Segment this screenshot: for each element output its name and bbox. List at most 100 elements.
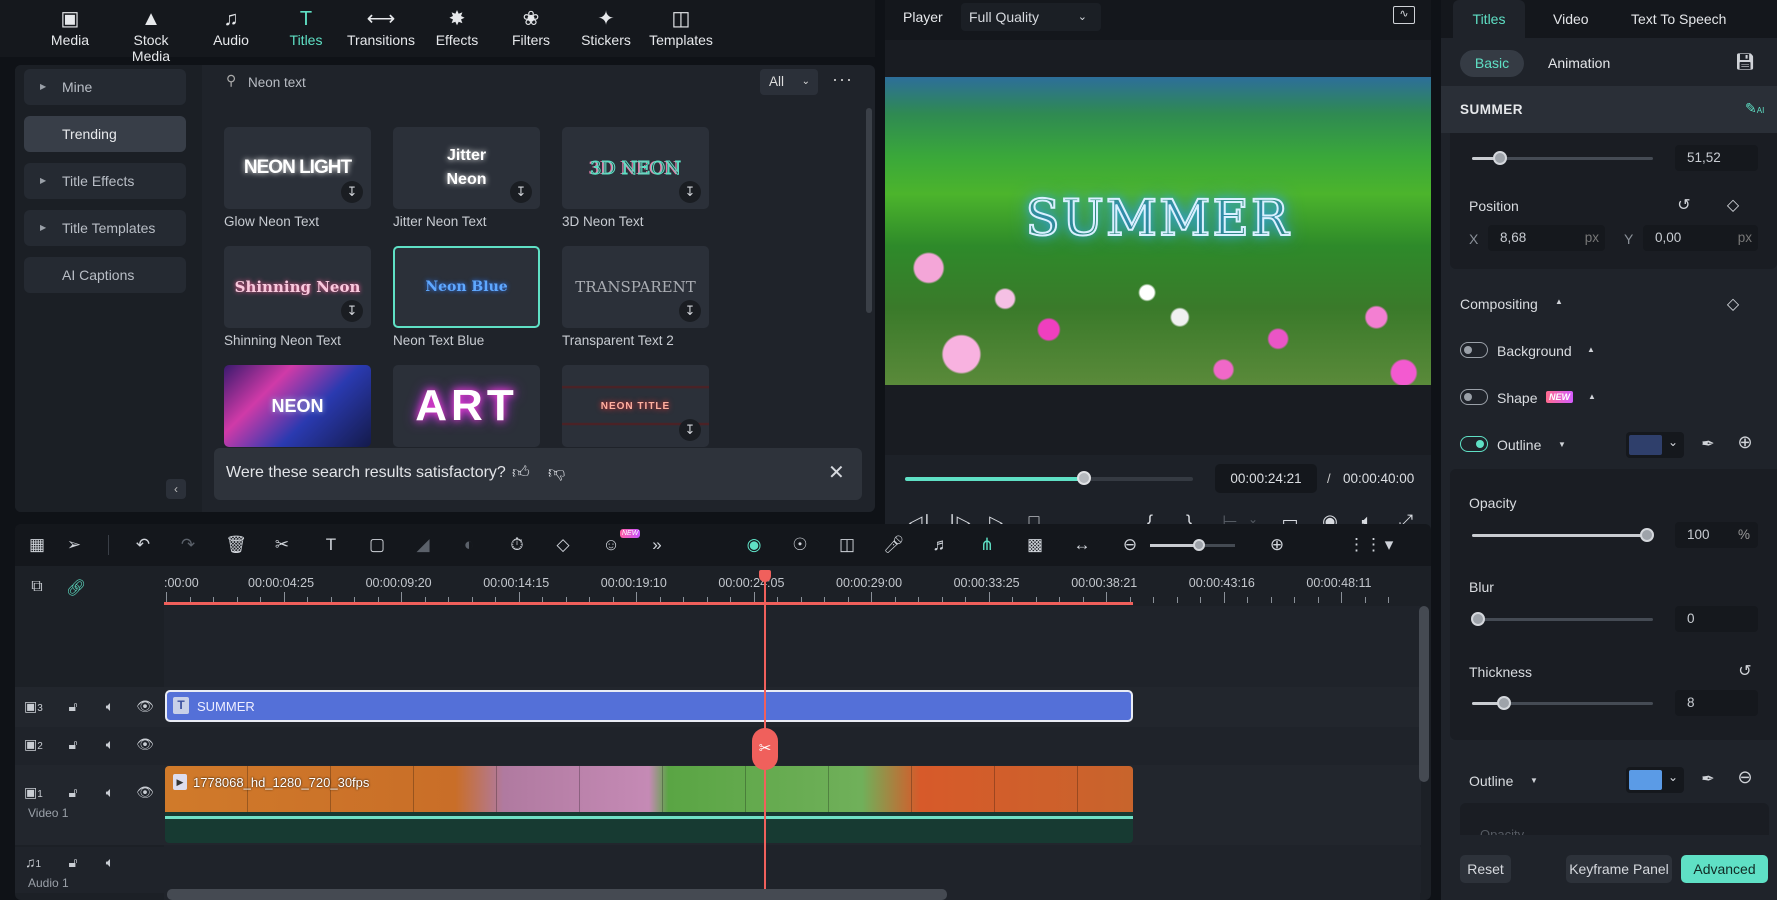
- color-palette-icon[interactable]: ◐: [456, 533, 482, 557]
- chevron-down-icon[interactable]: ▾: [1376, 533, 1402, 557]
- title-template-card[interactable]: Jitter Neon ↧: [393, 127, 540, 209]
- keyframe-diamond-icon[interactable]: ◇: [1723, 294, 1743, 314]
- auto-highlight-icon[interactable]: ☉: [787, 533, 813, 557]
- link-icon[interactable]: 🔗︎: [66, 578, 86, 598]
- blur-slider-thumb[interactable]: [1471, 612, 1485, 626]
- sidebar-item-mine[interactable]: ▶ Mine: [24, 69, 186, 105]
- tab-transitions[interactable]: ⟷ Transitions: [343, 6, 419, 48]
- speed-timer-icon[interactable]: ⏱︎: [504, 533, 530, 557]
- reset-icon[interactable]: ↺: [1735, 661, 1755, 681]
- download-icon[interactable]: ↧: [341, 181, 363, 203]
- download-icon[interactable]: ↧: [679, 181, 701, 203]
- keyframe-diamond-icon[interactable]: ◇: [1723, 195, 1743, 215]
- outline-toggle[interactable]: [1460, 436, 1488, 452]
- collapse-up-icon[interactable]: ▲: [1582, 392, 1602, 401]
- expand-down-icon[interactable]: ▼: [1524, 776, 1544, 785]
- track-density-icon[interactable]: ⋮⋮: [1348, 533, 1382, 557]
- title-template-card[interactable]: NEON TITLE ↧: [562, 365, 709, 447]
- ai-copilot-icon[interactable]: ◉: [741, 533, 767, 557]
- mute-speaker-icon[interactable]: 🔈︎: [101, 698, 119, 715]
- split-scissors-button[interactable]: ✂: [752, 728, 778, 770]
- tab-filters[interactable]: ❀ Filters: [493, 6, 569, 48]
- mute-speaker-icon[interactable]: 🔈︎: [101, 854, 119, 871]
- compositing-label[interactable]: Compositing: [1460, 296, 1538, 312]
- marker-icon[interactable]: ◫: [834, 533, 860, 557]
- download-icon[interactable]: ↧: [679, 419, 701, 441]
- keyframe-icon[interactable]: ◇: [550, 533, 576, 557]
- sidebar-item-ai-captions[interactable]: AI Captions: [24, 257, 186, 293]
- more-tools-icon[interactable]: »: [644, 533, 670, 557]
- advanced-button[interactable]: Advanced: [1681, 855, 1768, 883]
- scale-value-field[interactable]: 51,52: [1675, 145, 1758, 171]
- thickness-value-field[interactable]: 8: [1675, 690, 1758, 716]
- collapse-sidebar-button[interactable]: ‹: [166, 479, 186, 499]
- library-scrollbar[interactable]: [866, 108, 872, 313]
- tab-audio[interactable]: ♫ Audio: [193, 6, 269, 48]
- title-template-card[interactable]: NEON LIGHT ↧: [224, 127, 371, 209]
- sidebar-item-trending[interactable]: Trending: [24, 116, 186, 152]
- add-circle-icon[interactable]: ⊕: [1735, 432, 1755, 453]
- preview-title-text[interactable]: SUMMER: [885, 188, 1431, 248]
- playhead-handle[interactable]: [759, 570, 771, 582]
- microphone-icon[interactable]: 🎤︎: [881, 533, 907, 557]
- text-icon[interactable]: T: [318, 533, 344, 557]
- title-template-card[interactable]: NEON: [224, 365, 371, 447]
- eyedropper-icon[interactable]: ✒: [1698, 769, 1718, 789]
- waveform-scope-icon[interactable]: ∿: [1393, 6, 1415, 24]
- tab-video[interactable]: Video: [1553, 11, 1589, 27]
- storyboard-icon[interactable]: ▩: [1022, 533, 1048, 557]
- title-template-card[interactable]: 3D NEON ↧: [562, 127, 709, 209]
- outline2-color-picker[interactable]: ⌄: [1626, 767, 1684, 793]
- lock-icon[interactable]: 🔓︎: [64, 784, 82, 801]
- download-icon[interactable]: ↧: [341, 300, 363, 322]
- collapse-up-icon[interactable]: ▲: [1581, 345, 1601, 354]
- title-template-card[interactable]: ART: [393, 365, 540, 447]
- search-input[interactable]: [248, 70, 648, 94]
- delete-icon[interactable]: 🗑︎: [223, 533, 249, 557]
- shape-toggle[interactable]: [1460, 389, 1488, 405]
- zoom-in-icon[interactable]: ⊕: [1264, 533, 1290, 557]
- audio-mix-icon[interactable]: ♬: [928, 533, 954, 557]
- mute-speaker-icon[interactable]: 🔈︎: [101, 736, 119, 753]
- close-icon[interactable]: ✕: [828, 460, 845, 485]
- layout-icon[interactable]: ▦: [24, 533, 50, 557]
- save-preset-icon[interactable]: 💾︎: [1735, 52, 1755, 72]
- background-toggle[interactable]: [1460, 342, 1488, 358]
- blur-slider[interactable]: [1472, 618, 1653, 621]
- title-clip[interactable]: T SUMMER: [165, 690, 1133, 722]
- thumbs-up-icon[interactable]: 👍︎: [512, 462, 530, 483]
- ai-edit-icon[interactable]: ✎AI: [1745, 100, 1764, 117]
- blur-value-field[interactable]: 0: [1675, 606, 1758, 632]
- filter-dropdown[interactable]: All ⌄: [760, 69, 818, 95]
- zoom-out-icon[interactable]: ⊖: [1117, 533, 1143, 557]
- lock-icon[interactable]: 🔓︎: [64, 698, 82, 715]
- scale-slider-thumb[interactable]: [1493, 151, 1507, 165]
- position-y-field[interactable]: 0,00 px: [1643, 225, 1758, 251]
- crop-icon[interactable]: ▢: [364, 533, 390, 557]
- tab-effects[interactable]: ✸ Effects: [419, 6, 495, 48]
- video-preview[interactable]: SUMMER: [885, 77, 1431, 385]
- tab-media[interactable]: ▣ Media: [32, 6, 108, 48]
- fit-icon[interactable]: ↔: [1069, 533, 1095, 557]
- download-icon[interactable]: ↧: [679, 300, 701, 322]
- subtab-animation[interactable]: Animation: [1548, 55, 1610, 71]
- tab-titles[interactable]: Titles: [1453, 0, 1525, 38]
- undo-icon[interactable]: ↶: [130, 533, 156, 557]
- download-icon[interactable]: ↧: [510, 181, 532, 203]
- visibility-eye-icon[interactable]: 👁︎: [136, 736, 154, 753]
- tab-stickers[interactable]: ✦ Stickers: [568, 6, 644, 48]
- title-template-card[interactable]: TRANSPARENT ↧: [562, 246, 709, 328]
- thickness-slider-thumb[interactable]: [1497, 696, 1511, 710]
- title-template-card[interactable]: Neon Blue: [393, 246, 540, 328]
- opacity-value-field[interactable]: 100%: [1675, 522, 1758, 548]
- reset-button[interactable]: Reset: [1460, 855, 1511, 883]
- sidebar-item-title-effects[interactable]: ▶ Title Effects: [24, 163, 186, 199]
- mute-speaker-icon[interactable]: 🔈︎: [101, 784, 119, 801]
- tab-stock-media[interactable]: ▲ Stock Media: [113, 6, 189, 64]
- quality-dropdown[interactable]: Full Quality ⌄: [961, 3, 1101, 31]
- reset-icon[interactable]: ↺: [1674, 195, 1694, 215]
- tab-titles[interactable]: T Titles: [268, 6, 344, 48]
- zoom-slider[interactable]: [1150, 539, 1235, 551]
- outline-color-picker[interactable]: ⌄: [1626, 432, 1684, 458]
- current-time[interactable]: 00:00:24:21: [1215, 464, 1317, 493]
